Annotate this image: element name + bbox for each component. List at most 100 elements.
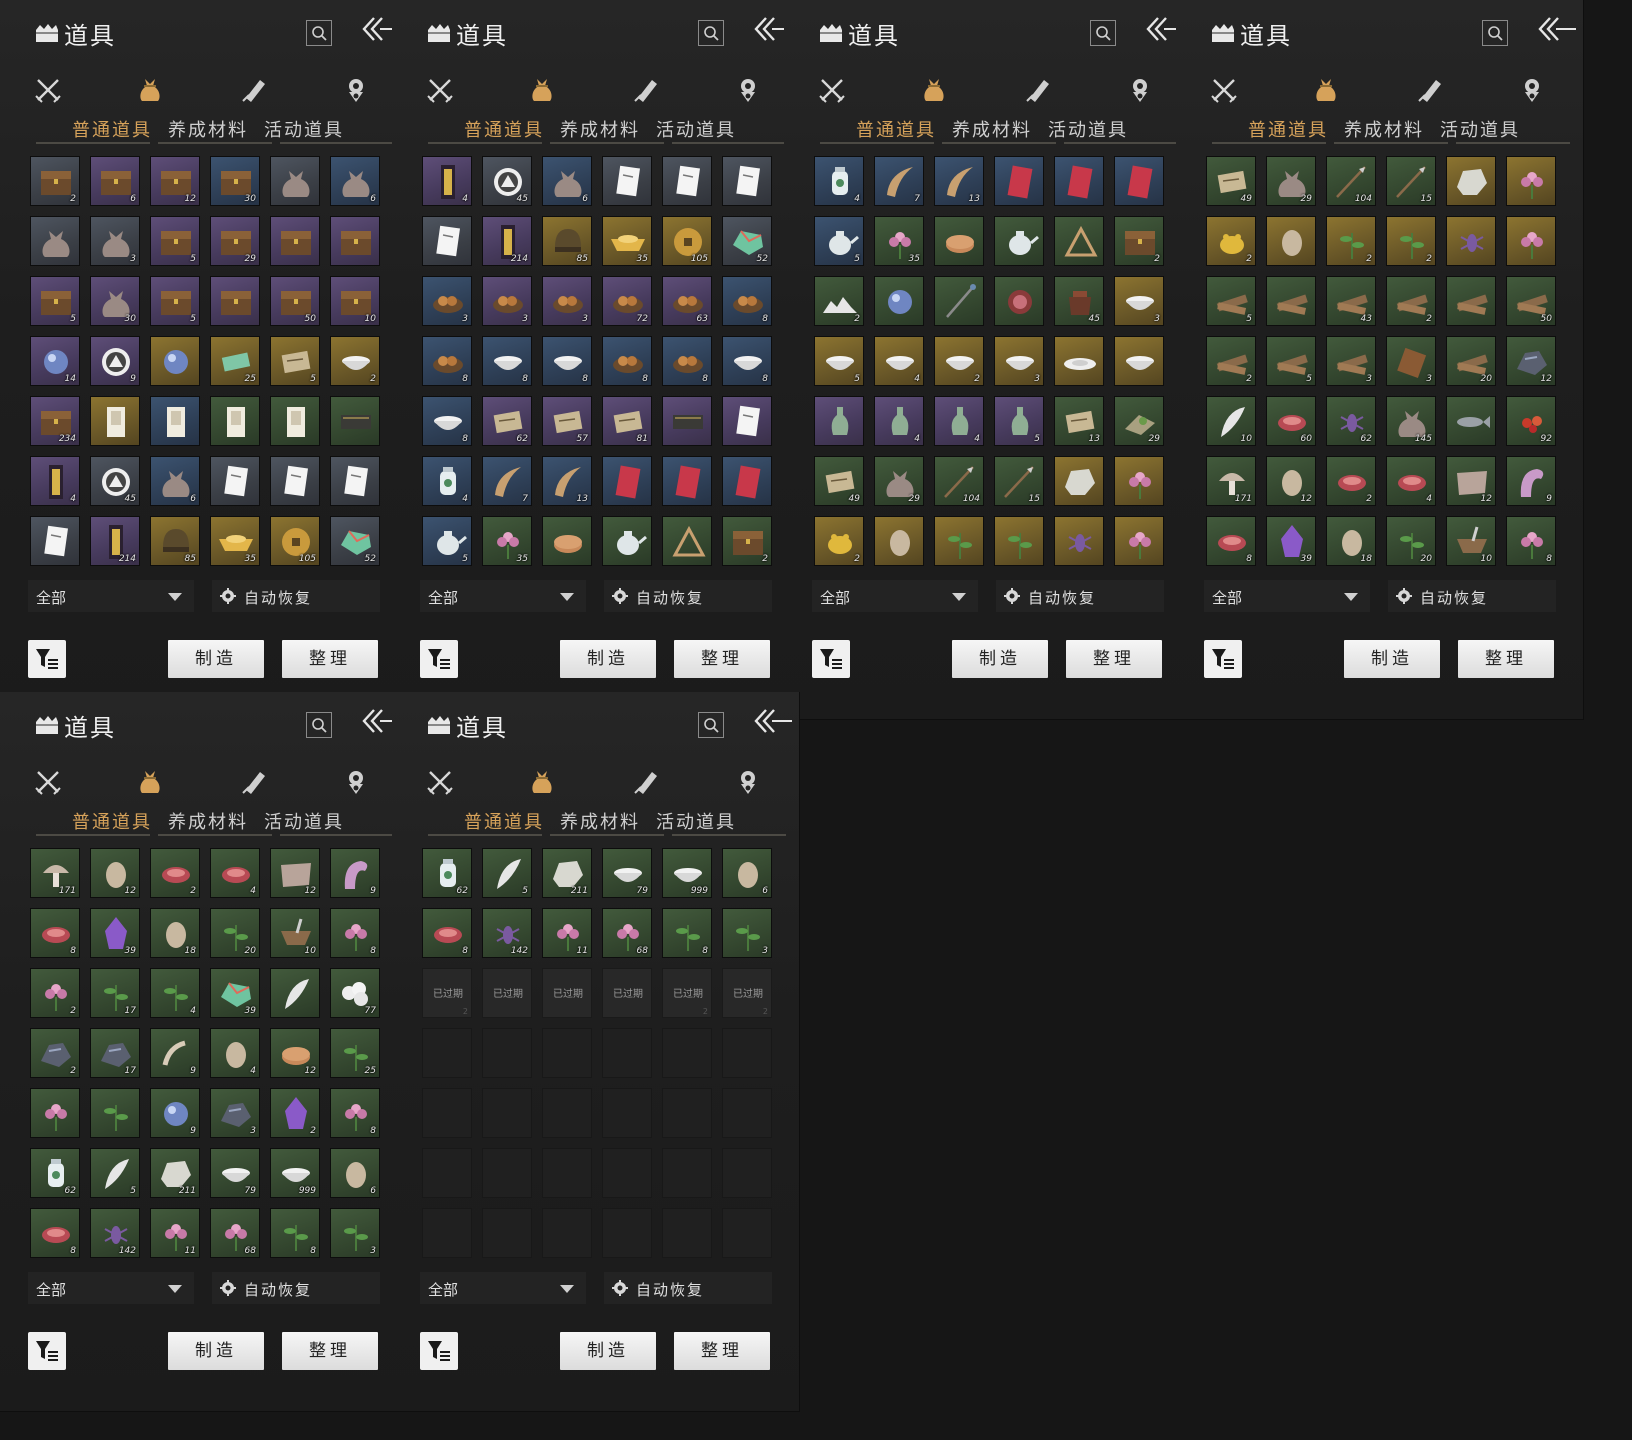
item-slot[interactable]: 9 bbox=[1506, 456, 1556, 506]
craft-button[interactable]: 制造 bbox=[952, 640, 1048, 678]
item-slot[interactable] bbox=[1054, 156, 1104, 206]
item-slot[interactable]: 9 bbox=[150, 1088, 200, 1138]
item-slot[interactable]: 6 bbox=[150, 456, 200, 506]
item-slot[interactable]: 4 bbox=[814, 156, 864, 206]
search-button[interactable] bbox=[1090, 20, 1116, 46]
item-slot[interactable]: 5 bbox=[270, 336, 320, 386]
item-slot[interactable]: 已过期 2 bbox=[422, 968, 472, 1018]
item-slot[interactable]: 7 bbox=[482, 456, 532, 506]
item-slot[interactable] bbox=[1054, 216, 1104, 266]
item-slot[interactable]: 8 bbox=[662, 336, 712, 386]
item-slot[interactable]: 11 bbox=[150, 1208, 200, 1258]
item-slot[interactable]: 3 bbox=[722, 908, 772, 958]
item-slot[interactable]: 4 bbox=[150, 968, 200, 1018]
tab-normal-items[interactable]: 普通道具 bbox=[464, 808, 544, 834]
category-tab-items[interactable] bbox=[1306, 70, 1346, 110]
item-slot[interactable]: 8 bbox=[1206, 516, 1256, 566]
tab-growth-materials[interactable]: 养成材料 bbox=[560, 116, 640, 142]
auto-recover-toggle[interactable]: 自动恢复 bbox=[212, 580, 380, 612]
item-slot[interactable] bbox=[722, 156, 772, 206]
item-slot[interactable]: 13 bbox=[934, 156, 984, 206]
item-slot[interactable]: 30 bbox=[210, 156, 260, 206]
item-slot[interactable]: 25 bbox=[330, 1028, 380, 1078]
item-slot[interactable]: 171 bbox=[30, 848, 80, 898]
item-slot[interactable] bbox=[1506, 156, 1556, 206]
item-slot[interactable]: 12 bbox=[150, 156, 200, 206]
item-slot[interactable]: 45 bbox=[1054, 276, 1104, 326]
item-slot[interactable]: 39 bbox=[1266, 516, 1316, 566]
item-slot[interactable] bbox=[1446, 156, 1496, 206]
item-slot[interactable] bbox=[602, 456, 652, 506]
filter-button[interactable] bbox=[420, 640, 458, 678]
item-slot[interactable]: 3 bbox=[1114, 276, 1164, 326]
item-slot[interactable]: 20 bbox=[210, 908, 260, 958]
category-tab-scrolls[interactable] bbox=[626, 762, 666, 802]
sort-button[interactable]: 整理 bbox=[1066, 640, 1162, 678]
item-slot[interactable]: 12 bbox=[1446, 456, 1496, 506]
item-slot[interactable]: 29 bbox=[874, 456, 924, 506]
category-tab-tokens[interactable] bbox=[728, 762, 768, 802]
item-slot[interactable]: 5 bbox=[30, 276, 80, 326]
item-slot[interactable] bbox=[30, 516, 80, 566]
item-slot[interactable] bbox=[1446, 396, 1496, 446]
item-slot[interactable]: 已过期 2 bbox=[722, 968, 772, 1018]
item-slot[interactable]: 7 bbox=[874, 156, 924, 206]
category-tab-weapons[interactable] bbox=[1204, 70, 1244, 110]
item-slot[interactable]: 2 bbox=[30, 968, 80, 1018]
item-slot[interactable]: 9 bbox=[150, 1028, 200, 1078]
item-slot[interactable]: 9 bbox=[330, 848, 380, 898]
category-tab-items[interactable] bbox=[914, 70, 954, 110]
tab-event-items[interactable]: 活动道具 bbox=[264, 808, 344, 834]
item-slot[interactable]: 8 bbox=[330, 908, 380, 958]
item-slot[interactable]: 2 bbox=[814, 516, 864, 566]
item-slot[interactable]: 3 bbox=[210, 1088, 260, 1138]
item-slot[interactable]: 35 bbox=[210, 516, 260, 566]
tab-normal-items[interactable]: 普通道具 bbox=[856, 116, 936, 142]
item-slot[interactable] bbox=[270, 456, 320, 506]
item-slot[interactable]: 8 bbox=[602, 336, 652, 386]
item-slot[interactable]: 214 bbox=[90, 516, 140, 566]
item-slot[interactable]: 10 bbox=[270, 908, 320, 958]
item-slot[interactable]: 214 bbox=[482, 216, 532, 266]
item-slot[interactable]: 9 bbox=[90, 336, 140, 386]
item-slot[interactable]: 11 bbox=[542, 908, 592, 958]
item-slot[interactable]: 4 bbox=[874, 336, 924, 386]
tab-normal-items[interactable]: 普通道具 bbox=[464, 116, 544, 142]
item-slot[interactable] bbox=[934, 276, 984, 326]
item-slot[interactable]: 2 bbox=[1114, 216, 1164, 266]
item-slot[interactable]: 已过期 2 bbox=[662, 968, 712, 1018]
item-slot[interactable]: 2 bbox=[814, 276, 864, 326]
item-slot[interactable]: 12 bbox=[270, 848, 320, 898]
item-slot[interactable]: 5 bbox=[482, 848, 532, 898]
item-slot[interactable]: 12 bbox=[1266, 456, 1316, 506]
item-slot[interactable] bbox=[1446, 276, 1496, 326]
item-slot[interactable] bbox=[602, 156, 652, 206]
item-slot[interactable] bbox=[1266, 216, 1316, 266]
item-slot[interactable]: 105 bbox=[270, 516, 320, 566]
item-slot[interactable]: 49 bbox=[814, 456, 864, 506]
item-slot[interactable]: 62 bbox=[1326, 396, 1376, 446]
item-slot[interactable]: 8 bbox=[662, 908, 712, 958]
item-slot[interactable] bbox=[994, 216, 1044, 266]
item-slot[interactable]: 35 bbox=[602, 216, 652, 266]
item-slot[interactable]: 3 bbox=[330, 1208, 380, 1258]
item-slot[interactable]: 13 bbox=[1054, 396, 1104, 446]
item-slot[interactable] bbox=[1054, 456, 1104, 506]
item-slot[interactable]: 17 bbox=[90, 1028, 140, 1078]
item-slot[interactable]: 211 bbox=[542, 848, 592, 898]
item-slot[interactable] bbox=[934, 216, 984, 266]
item-slot[interactable]: 8 bbox=[482, 336, 532, 386]
filter-button[interactable] bbox=[812, 640, 850, 678]
item-slot[interactable]: 3 bbox=[90, 216, 140, 266]
craft-button[interactable]: 制造 bbox=[560, 1332, 656, 1370]
item-slot[interactable]: 68 bbox=[210, 1208, 260, 1258]
item-slot[interactable]: 5 bbox=[994, 396, 1044, 446]
item-slot[interactable]: 25 bbox=[210, 336, 260, 386]
item-slot[interactable]: 4 bbox=[934, 396, 984, 446]
category-tab-scrolls[interactable] bbox=[234, 762, 274, 802]
item-slot[interactable] bbox=[1054, 516, 1104, 566]
category-tab-tokens[interactable] bbox=[728, 70, 768, 110]
item-slot[interactable]: 30 bbox=[90, 276, 140, 326]
item-slot[interactable]: 29 bbox=[1114, 396, 1164, 446]
item-slot[interactable]: 8 bbox=[30, 908, 80, 958]
